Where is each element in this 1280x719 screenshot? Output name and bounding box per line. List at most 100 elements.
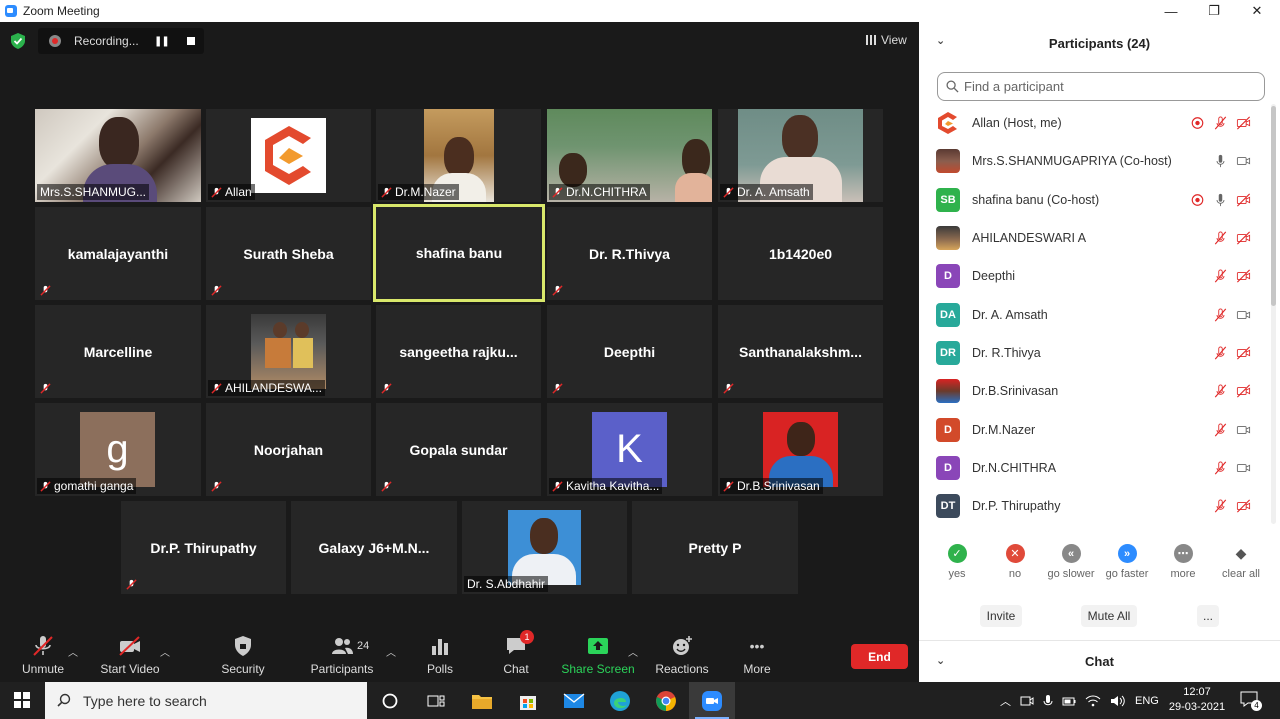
encryption-shield-icon[interactable] [11,33,25,49]
security-button[interactable]: Security [214,632,272,682]
video-tile[interactable]: g gomathi ganga [35,403,201,496]
video-off-icon[interactable] [1236,499,1251,513]
invite-button[interactable]: Invite [980,605,1022,627]
video-tile[interactable]: Pretty P [632,501,798,594]
microphone-icon[interactable] [1043,694,1053,708]
chat-panel-header[interactable]: ⌄ Chat [919,640,1280,682]
video-off-icon[interactable] [1236,231,1251,245]
wifi-icon[interactable] [1085,694,1101,708]
mic-muted-icon[interactable] [1213,308,1228,322]
video-off-icon[interactable] [1236,269,1251,283]
panel-more-button[interactable]: ... [1197,605,1219,627]
video-tile[interactable]: Dr.P. Thirupathy [121,501,286,594]
collapse-chevron-icon[interactable]: ⌄ [936,34,945,47]
feedback-go-faster-button[interactable]: » go faster [1103,544,1151,580]
video-on-icon[interactable] [1236,423,1251,437]
video-tile[interactable]: AHILANDESWA... [206,305,371,398]
video-tile[interactable]: Dr. R.Thivya [547,207,712,300]
taskbar-clock[interactable]: 12:07 29-03-2021 [1168,685,1226,715]
video-tile[interactable]: kamalajayanthi [35,207,201,300]
video-tile[interactable]: Mrs.S.SHANMUG... [35,109,201,202]
mail-icon[interactable] [551,682,597,719]
participant-row[interactable]: D Dr.N.CHITHRA [919,449,1269,487]
participant-row[interactable]: SB shafina banu (Co-host) [919,181,1269,219]
end-meeting-button[interactable]: End [851,644,908,669]
windows-start-icon[interactable] [14,692,30,708]
mic-muted-icon[interactable] [1213,231,1228,245]
mic-muted-icon[interactable] [1213,384,1228,398]
video-tile[interactable]: Santhanalakshm... [718,305,883,398]
participant-row[interactable]: Allan (Host, me) [919,104,1269,142]
video-on-icon[interactable] [1236,154,1251,168]
minimize-button[interactable]: — [1149,0,1193,22]
close-button[interactable]: ✕ [1235,0,1279,22]
battery-icon[interactable] [1062,694,1076,708]
audio-options-caret-icon[interactable]: ︿ [68,644,78,659]
video-off-icon[interactable] [1236,384,1251,398]
unmute-button[interactable]: Unmute [14,632,72,682]
video-tile[interactable]: K Kavitha Kavitha... [547,403,712,496]
video-tile[interactable]: Dr.B.Srinivasan [718,403,883,496]
zoom-taskbar-icon[interactable] [689,682,735,719]
more-button[interactable]: ••• More [736,632,778,682]
participant-row[interactable]: AHILANDESWARI A [919,219,1269,257]
task-view-icon[interactable] [413,682,459,719]
participant-row[interactable]: Mrs.S.SHANMUGAPRIYA (Co-host) [919,142,1269,180]
reactions-button[interactable]: Reactions [652,632,712,682]
participants-scrollbar[interactable] [1271,104,1276,524]
microsoft-store-icon[interactable] [505,682,551,719]
cortana-icon[interactable] [367,682,413,719]
participant-row[interactable]: DT Dr.P. Thirupathy [919,487,1269,524]
video-tile[interactable]: sangeetha rajku... [376,305,541,398]
video-off-icon[interactable] [1236,193,1251,207]
video-tile[interactable]: Gopala sundar [376,403,541,496]
chrome-browser-icon[interactable] [643,682,689,719]
input-language[interactable]: ENG [1135,695,1159,707]
participant-row[interactable]: D Deepthi [919,257,1269,295]
participant-row[interactable]: DR Dr. R.Thivya [919,334,1269,372]
mic-on-icon[interactable] [1213,193,1228,207]
video-tile[interactable]: Surath Sheba [206,207,371,300]
mic-muted-icon[interactable] [1213,116,1228,130]
feedback-clear-all-button[interactable]: ◆ clear all [1221,544,1261,580]
mic-on-icon[interactable] [1213,154,1228,168]
mic-muted-icon[interactable] [1213,269,1228,283]
pause-recording-button[interactable]: ❚❚ [154,36,170,47]
participant-row[interactable]: Dr.B.Srinivasan [919,372,1269,410]
restore-button[interactable]: ❐ [1192,0,1236,22]
file-explorer-icon[interactable] [459,682,505,719]
chat-button[interactable]: 1 Chat [496,630,536,682]
feedback-go-slower-button[interactable]: « go slower [1045,544,1097,580]
video-off-icon[interactable] [1236,116,1251,130]
mic-muted-icon[interactable] [1213,346,1228,360]
scrollbar-thumb[interactable] [1271,106,1276,306]
view-button[interactable]: View [866,33,907,47]
mic-muted-icon[interactable] [1213,499,1228,513]
video-tile-active-speaker[interactable]: shafina banu [373,204,545,302]
video-tile[interactable]: 1b1420e0 [718,207,883,300]
video-off-icon[interactable] [1236,346,1251,360]
taskbar-search-box[interactable]: Type here to search [45,682,367,719]
mute-all-button[interactable]: Mute All [1081,605,1137,627]
video-tile[interactable]: Allan [206,109,371,202]
start-video-button[interactable]: Start Video [97,632,163,682]
video-tile[interactable]: Deepthi [547,305,712,398]
video-on-icon[interactable] [1236,461,1251,475]
mic-muted-icon[interactable] [1213,422,1228,437]
participant-row[interactable]: DA Dr. A. Amsath [919,295,1269,333]
feedback-no-button[interactable]: ✕ no [1004,544,1026,580]
feedback-yes-button[interactable]: ✓ yes [946,544,968,580]
polls-button[interactable]: Polls [420,632,460,682]
show-hidden-icons-chevron-icon[interactable]: ︿ [1000,693,1011,709]
participants-options-caret-icon[interactable]: ︿ [386,644,396,659]
video-tile[interactable]: Dr.M.Nazer [376,109,541,202]
video-tile[interactable]: Marcelline [35,305,201,398]
share-screen-button[interactable]: Share Screen [561,632,635,682]
collapse-chevron-icon[interactable]: ⌄ [936,654,945,667]
meet-now-icon[interactable] [1020,694,1034,708]
stop-recording-button[interactable] [186,37,195,45]
video-options-caret-icon[interactable]: ︿ [160,644,170,659]
feedback-more-button[interactable]: ⋯ more [1168,544,1198,580]
video-tile[interactable]: Dr. S.Abdhahir [462,501,627,594]
notifications-icon[interactable]: 4 [1240,691,1262,711]
